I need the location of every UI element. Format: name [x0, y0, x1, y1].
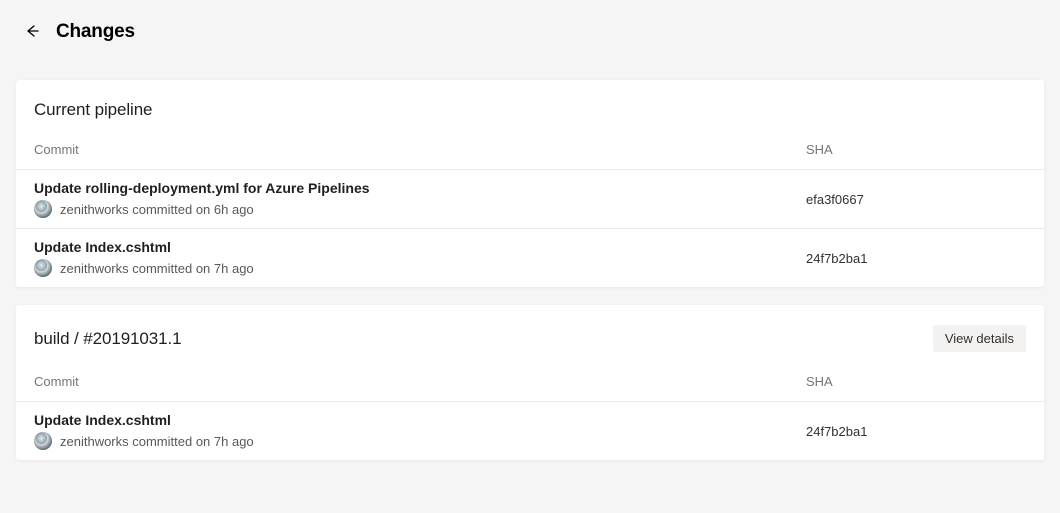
commit-message: Update rolling-deployment.yml for Azure … [34, 180, 806, 196]
commit-message: Update Index.cshtml [34, 239, 806, 255]
section-build: build / #20191031.1 View details Commit … [16, 305, 1044, 460]
section-title: build / #20191031.1 [34, 329, 933, 349]
arrow-left-icon [24, 23, 40, 42]
col-header-commit: Commit [34, 142, 806, 157]
commit-row[interactable]: Update Index.cshtml zenithworks committe… [16, 228, 1044, 287]
col-header-sha: SHA [806, 374, 1026, 389]
list-header: Commit SHA [16, 360, 1044, 401]
back-button[interactable] [20, 20, 44, 44]
commit-sha: efa3f0667 [806, 192, 1026, 207]
commit-row[interactable]: Update Index.cshtml zenithworks committe… [16, 401, 1044, 460]
section-current-pipeline: Current pipeline Commit SHA Update rolli… [16, 80, 1044, 287]
commit-row[interactable]: Update rolling-deployment.yml for Azure … [16, 169, 1044, 228]
commit-sha: 24f7b2ba1 [806, 251, 1026, 266]
section-title: Current pipeline [34, 100, 1026, 120]
commit-byline: zenithworks committed on 7h ago [60, 434, 254, 449]
commit-sha: 24f7b2ba1 [806, 424, 1026, 439]
commit-byline: zenithworks committed on 7h ago [60, 261, 254, 276]
avatar [34, 432, 52, 450]
commit-message: Update Index.cshtml [34, 412, 806, 428]
commit-byline: zenithworks committed on 6h ago [60, 202, 254, 217]
page-title: Changes [56, 21, 135, 43]
view-details-button[interactable]: View details [933, 325, 1026, 352]
list-header: Commit SHA [16, 128, 1044, 169]
avatar [34, 259, 52, 277]
avatar [34, 200, 52, 218]
col-header-commit: Commit [34, 374, 806, 389]
col-header-sha: SHA [806, 142, 1026, 157]
